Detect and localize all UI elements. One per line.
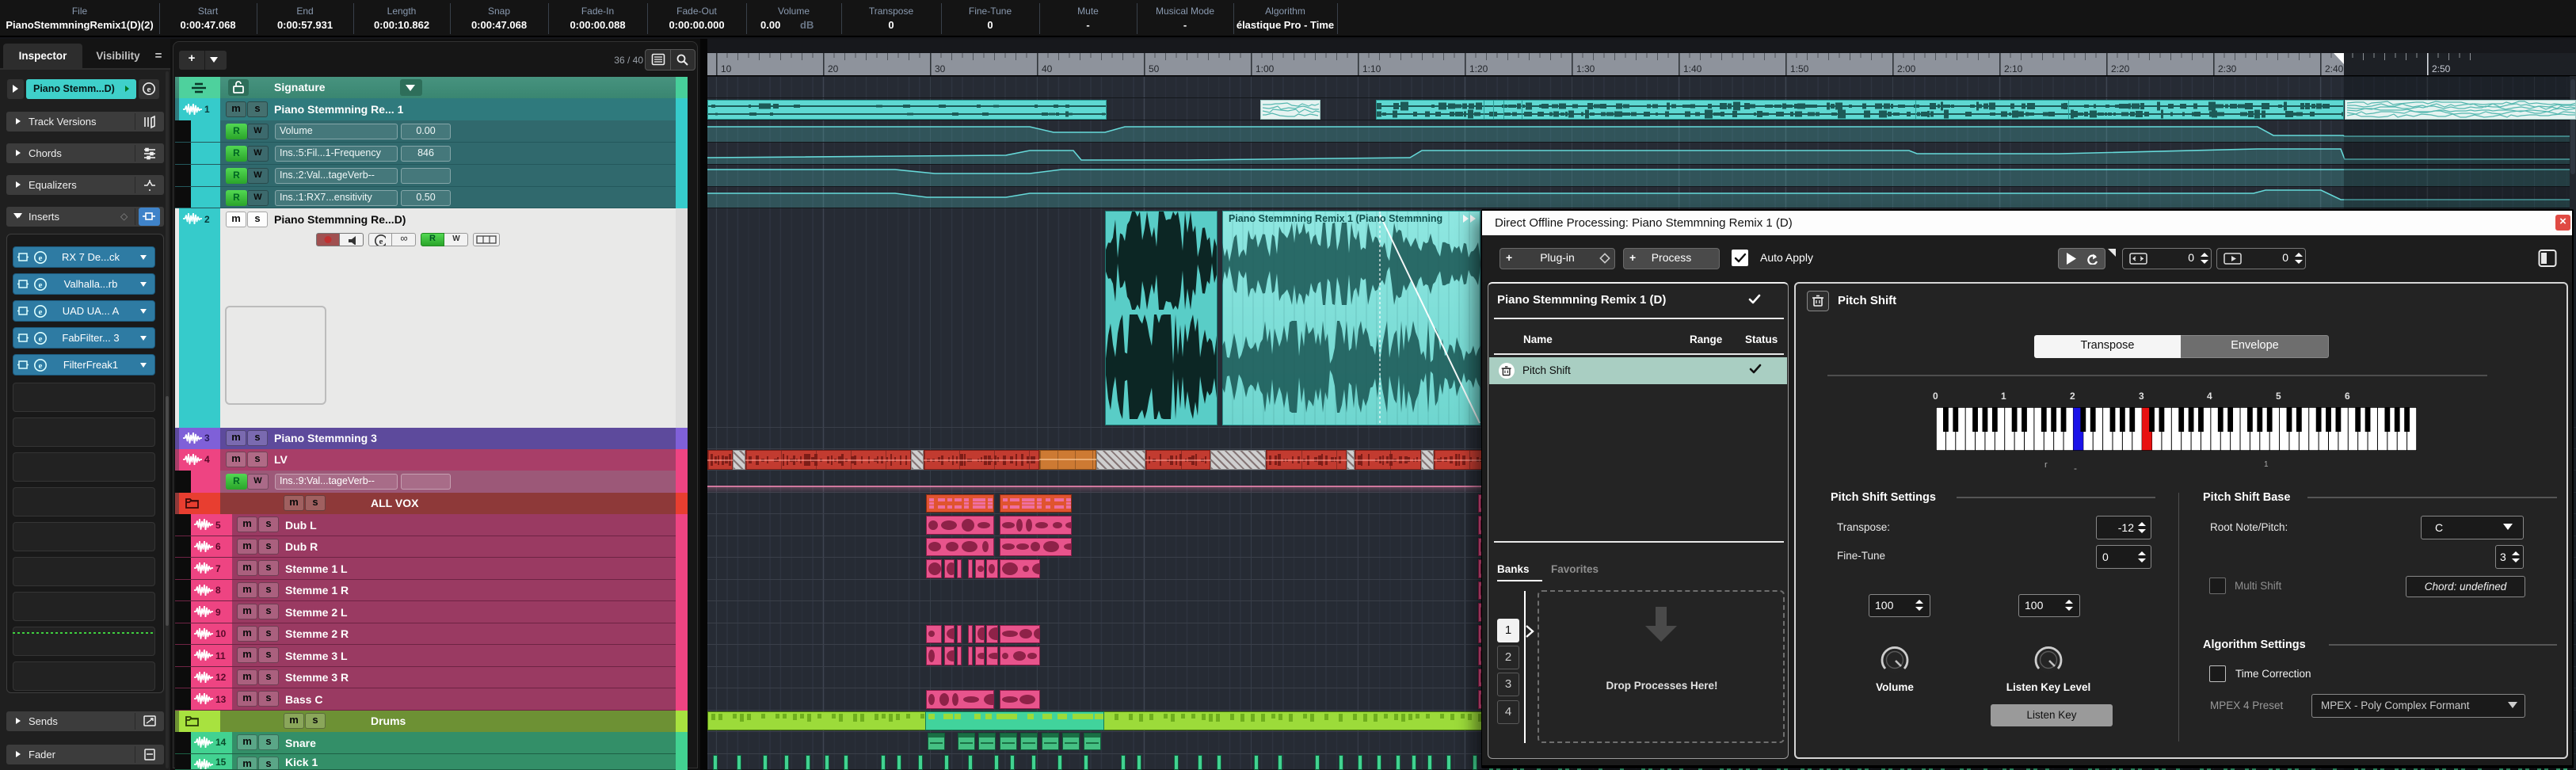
svg-text:e: e — [39, 334, 43, 344]
svg-text:e: e — [379, 237, 383, 246]
svg-text:50: 50 — [1149, 63, 1160, 74]
svg-text:10: 10 — [721, 63, 732, 74]
svg-text:1:20: 1:20 — [1469, 63, 1488, 74]
svg-text:1:00: 1:00 — [1256, 63, 1275, 74]
svg-text:e: e — [39, 253, 43, 263]
svg-text:e: e — [147, 85, 151, 94]
svg-text:2:10: 2:10 — [2004, 63, 2023, 74]
svg-text:2:40: 2:40 — [2325, 63, 2344, 74]
svg-text:2:50: 2:50 — [2432, 63, 2451, 74]
svg-text:40: 40 — [1042, 63, 1053, 74]
svg-text:20: 20 — [828, 63, 839, 74]
svg-text:1:40: 1:40 — [1683, 63, 1702, 74]
svg-text:e: e — [39, 307, 43, 317]
svg-text:2:30: 2:30 — [2218, 63, 2237, 74]
svg-text:30: 30 — [935, 63, 946, 74]
svg-text:1:50: 1:50 — [1790, 63, 1809, 74]
svg-text:1:10: 1:10 — [1362, 63, 1381, 74]
svg-text:e: e — [39, 280, 43, 290]
svg-text:2:20: 2:20 — [2111, 63, 2130, 74]
svg-text:1:30: 1:30 — [1576, 63, 1595, 74]
svg-text:e: e — [39, 361, 43, 371]
svg-text:2:00: 2:00 — [1897, 63, 1916, 74]
